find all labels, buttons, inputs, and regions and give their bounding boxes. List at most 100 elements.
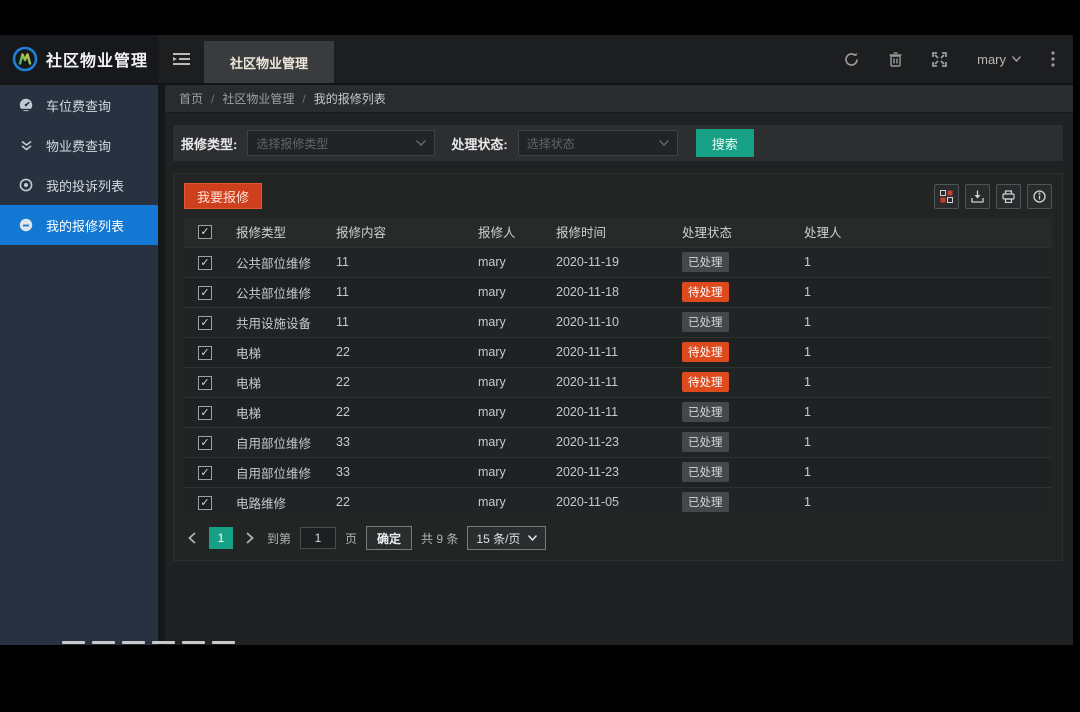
status-badge: 已处理 — [682, 492, 729, 513]
chevron-down-icon — [528, 535, 538, 541]
cell-content: 22 — [336, 495, 350, 510]
breadcrumb-item-2[interactable]: 我的报修列表 — [314, 90, 386, 107]
user-menu[interactable]: mary — [977, 52, 1021, 67]
sidebar-item-2[interactable]: 我的投诉列表 — [0, 165, 158, 205]
gauge-icon — [18, 98, 34, 112]
screen-bezel: 社区物业管理 社区物业管理 mary 车位费查询 物业费查询 我的投诉列表 我的… — [0, 0, 1080, 712]
row-checkbox[interactable]: ✓ — [198, 405, 212, 420]
table-row: ✓ 自用部位维修 33 mary 2020-11-23 已处理 1 — [184, 427, 1052, 457]
create-repair-button[interactable]: 我要报修 — [184, 183, 263, 209]
col-header-time: 报修时间 — [556, 226, 607, 241]
col-header-content: 报修内容 — [336, 226, 387, 241]
row-checkbox[interactable]: ✓ — [198, 255, 212, 270]
cell-status: 待处理 — [678, 277, 800, 307]
sidebar-item-1[interactable]: 物业费查询 — [0, 125, 158, 165]
table-header-row: ✓ 报修类型 报修内容 报修人 报修时间 处理状态 处理人 — [184, 217, 1052, 247]
row-checkbox[interactable]: ✓ — [198, 375, 212, 390]
cell-content: 11 — [336, 315, 349, 329]
breadcrumb-item-0[interactable]: 首页 — [179, 90, 203, 107]
repair-list-panel: 我要报修 ✓ 报修类型 报修内容 报修人 报修时间 处理状态 处理人 ✓ 公共部… — [173, 173, 1063, 561]
page-size-select[interactable]: 15 条/页 — [467, 526, 547, 550]
status-badge: 已处理 — [682, 432, 729, 452]
status-select[interactable]: 选择状态 — [517, 130, 678, 156]
table-row: ✓ 公共部位维修 11 mary 2020-11-18 待处理 1 — [184, 277, 1052, 307]
breadcrumb: 首页 / 社区物业管理 / 我的报修列表 — [165, 85, 1073, 113]
taskbar-remnant — [62, 641, 235, 644]
sidebar-collapse-icon[interactable] — [158, 35, 204, 83]
cell-content: 22 — [336, 405, 350, 419]
circle-dash-icon — [18, 218, 34, 232]
sidebar-divider — [158, 85, 165, 645]
goto-page-label: 到第 — [267, 531, 292, 546]
cell-content: 33 — [336, 435, 350, 449]
cell-type: 自用部位维修 — [236, 436, 312, 451]
double-chevron-down-icon — [18, 140, 34, 151]
cell-time: 2020-11-05 — [556, 495, 620, 510]
kebab-menu-icon[interactable] — [1051, 51, 1055, 67]
cell-time: 2020-11-19 — [556, 255, 620, 269]
header-actions: mary — [844, 35, 1073, 83]
prev-page-icon[interactable] — [184, 532, 200, 544]
cell-reporter: mary — [478, 495, 506, 510]
export-icon[interactable] — [965, 183, 990, 209]
chevron-down-icon — [1012, 56, 1021, 62]
goto-confirm-button[interactable]: 确定 — [366, 526, 413, 550]
info-icon[interactable] — [1027, 183, 1052, 209]
repair-type-label: 报修类型: — [181, 136, 238, 152]
search-button[interactable]: 搜索 — [695, 129, 754, 157]
tab-community-property[interactable]: 社区物业管理 — [204, 41, 335, 83]
cell-reporter: mary — [478, 255, 506, 269]
cell-content: 22 — [336, 345, 350, 359]
next-page-icon[interactable] — [242, 532, 258, 544]
cell-reporter: mary — [478, 375, 506, 389]
table-toolbar: 我要报修 — [184, 183, 1052, 209]
user-name: mary — [977, 51, 1006, 67]
current-page-button[interactable]: 1 — [209, 527, 233, 549]
sidebar-item-0[interactable]: 车位费查询 — [0, 85, 158, 125]
table-row: ✓ 自用部位维修 33 mary 2020-11-23 已处理 1 — [184, 457, 1052, 487]
status-badge: 待处理 — [682, 372, 729, 392]
repair-type-placeholder: 选择报修类型 — [256, 136, 329, 151]
filter-bar: 报修类型: 选择报修类型 处理状态: 选择状态 搜索 — [173, 125, 1063, 161]
breadcrumb-item-1[interactable]: 社区物业管理 — [222, 90, 294, 107]
refresh-icon[interactable] — [844, 52, 859, 67]
cell-time: 2020-11-18 — [556, 285, 620, 299]
cell-content: 11 — [336, 255, 349, 269]
repair-type-select[interactable]: 选择报修类型 — [247, 130, 436, 156]
app-window: 社区物业管理 社区物业管理 mary 车位费查询 物业费查询 我的投诉列表 我的… — [0, 35, 1073, 645]
printer-icon[interactable] — [996, 183, 1021, 209]
taskbar-dash — [182, 641, 205, 644]
page-size-value: 15 条/页 — [476, 531, 521, 546]
content-area: 报修类型: 选择报修类型 处理状态: 选择状态 搜索 我要报修 ✓ 报修类型 报… — [165, 113, 1073, 645]
select-all-checkbox[interactable]: ✓ — [198, 225, 212, 240]
row-checkbox[interactable]: ✓ — [198, 435, 212, 450]
cell-handler: 1 — [804, 345, 811, 359]
row-checkbox[interactable]: ✓ — [198, 465, 212, 480]
cell-type: 电路维修 — [236, 496, 287, 511]
row-checkbox[interactable]: ✓ — [198, 345, 212, 360]
cell-handler: 1 — [804, 375, 811, 389]
row-checkbox[interactable]: ✓ — [198, 495, 212, 510]
cell-time: 2020-11-23 — [556, 435, 620, 449]
taskbar-dash — [152, 641, 175, 644]
cell-status: 已处理 — [678, 307, 800, 337]
columns-grid-icon[interactable] — [934, 183, 959, 209]
cell-handler: 1 — [804, 405, 811, 419]
fullscreen-icon[interactable] — [932, 51, 948, 67]
goto-page-input[interactable] — [300, 527, 337, 549]
row-checkbox[interactable]: ✓ — [198, 285, 212, 300]
cell-status: 已处理 — [678, 487, 800, 517]
status-badge: 待处理 — [682, 342, 729, 362]
top-header: 社区物业管理 社区物业管理 mary — [0, 35, 1073, 85]
table-row: ✓ 公共部位维修 11 mary 2020-11-19 已处理 1 — [184, 247, 1052, 277]
total-count-label: 共 9 条 — [421, 531, 459, 546]
cell-type: 电梯 — [236, 406, 262, 421]
row-checkbox[interactable]: ✓ — [198, 315, 212, 330]
brand-area: 社区物业管理 — [0, 35, 158, 83]
page-unit-label: 页 — [345, 531, 358, 546]
sidebar-item-3[interactable]: 我的报修列表 — [0, 205, 158, 245]
trash-icon[interactable] — [889, 51, 902, 67]
chevron-down-icon — [416, 140, 427, 146]
cell-content: 11 — [336, 285, 349, 299]
cell-type: 自用部位维修 — [236, 466, 312, 481]
